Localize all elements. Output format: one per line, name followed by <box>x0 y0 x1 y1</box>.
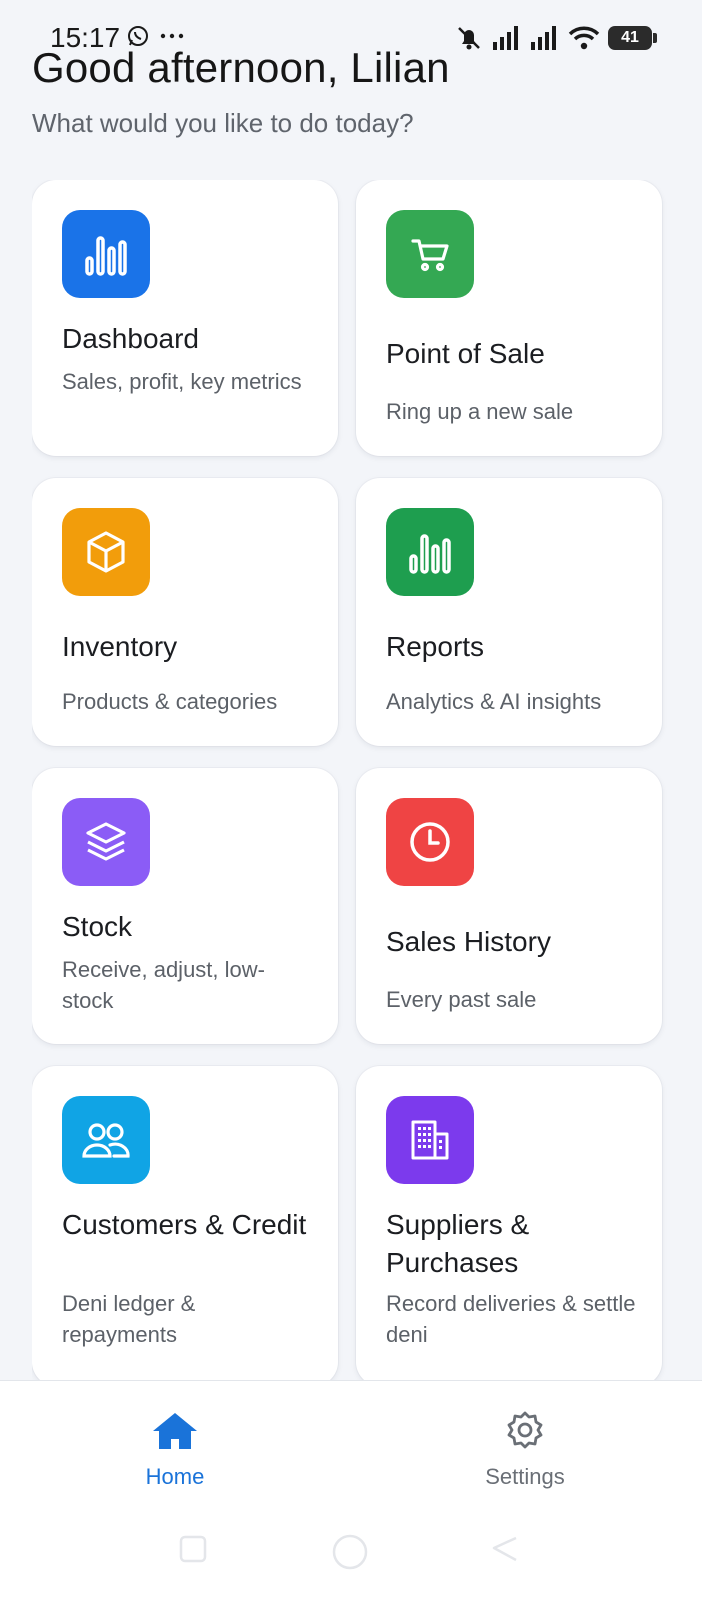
home-icon <box>153 1413 197 1449</box>
signal-icon <box>493 26 518 50</box>
card-title: Sales History <box>386 926 551 957</box>
card-stock[interactable]: Stock Receive, adjust, low-stock <box>32 768 338 1044</box>
more-icon <box>160 33 184 39</box>
card-title: Customers & Credit <box>62 1209 307 1240</box>
nav-settings-label: Settings <box>485 1464 565 1489</box>
signal-icon-2 <box>531 26 556 50</box>
system-navigation-bar <box>0 1520 702 1590</box>
card-dashboard[interactable]: Dashboard Sales, profit, key metrics <box>32 180 338 456</box>
card-suppliers-purchases[interactable]: Suppliers & Purchases Record deliveries … <box>356 1066 662 1380</box>
clock-icon <box>410 822 450 862</box>
card-title: Inventory <box>62 631 178 662</box>
bar-chart-icon <box>85 236 127 276</box>
card-description: Analytics & AI insights <box>386 689 602 714</box>
nav-settings[interactable]: Settings <box>425 1411 625 1490</box>
feature-grid: Dashboard Sales, profit, key metrics Poi… <box>32 180 670 1380</box>
box-icon <box>87 531 125 573</box>
card-reports[interactable]: Reports Analytics & AI insights <box>356 478 662 746</box>
card-description: Every past sale <box>386 987 537 1012</box>
card-description: Receive, adjust, low-stock <box>62 957 265 1013</box>
back-icon[interactable] <box>490 1534 520 1564</box>
card-title: Stock <box>62 911 133 942</box>
cart-icon <box>411 239 449 272</box>
greeting-subtitle: What would you like to do today? <box>32 108 414 138</box>
card-inventory[interactable]: Inventory Products & categories <box>32 478 338 746</box>
battery-indicator: 41 <box>608 26 657 50</box>
home-circle-icon[interactable] <box>330 1534 370 1574</box>
card-description: Deni ledger & repayments <box>62 1291 196 1347</box>
layers-icon <box>86 822 126 861</box>
card-description: Ring up a new sale <box>386 399 574 424</box>
card-point-of-sale[interactable]: Point of Sale Ring up a new sale <box>356 180 662 456</box>
card-description: Sales, profit, key metrics <box>62 369 302 394</box>
bar-chart-icon <box>409 534 451 574</box>
card-sales-history[interactable]: Sales History Every past sale <box>356 768 662 1044</box>
mute-icon <box>458 27 480 50</box>
card-title: Suppliers & Purchases <box>386 1209 530 1278</box>
users-icon <box>82 1123 130 1158</box>
card-title: Reports <box>386 631 485 662</box>
nav-home-label: Home <box>145 1464 205 1489</box>
wifi-icon <box>568 26 600 50</box>
greeting-title: Good afternoon, Lilian <box>32 44 450 91</box>
card-description: Record deliveries & settle deni <box>386 1291 636 1347</box>
building-icon <box>411 1120 449 1160</box>
gear-icon <box>507 1411 543 1449</box>
card-description: Products & categories <box>62 689 278 714</box>
card-title: Point of Sale <box>386 338 545 369</box>
recent-apps-icon[interactable] <box>178 1534 208 1564</box>
card-title: Dashboard <box>62 323 199 354</box>
nav-home[interactable]: Home <box>75 1411 275 1490</box>
card-customers-credit[interactable]: Customers & Credit Deni ledger & repayme… <box>32 1066 338 1380</box>
